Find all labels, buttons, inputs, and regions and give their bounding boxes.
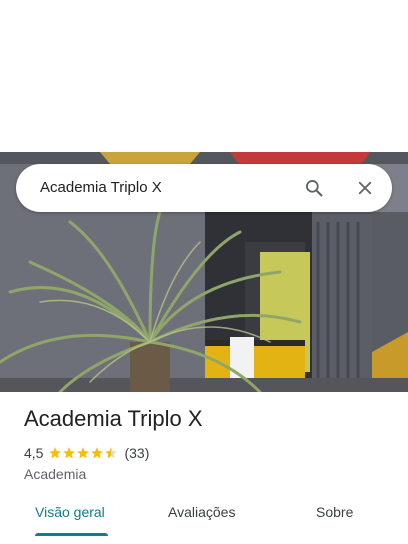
rating-stars xyxy=(48,446,118,460)
rating-row[interactable]: 4,5 (33) xyxy=(24,444,149,462)
star-icon xyxy=(105,447,118,459)
place-tabs: Visão geral Avaliações Sobre xyxy=(0,496,408,536)
close-icon xyxy=(358,181,372,195)
star-icon xyxy=(91,447,104,459)
tab-reviews[interactable]: Avaliações xyxy=(168,504,235,520)
place-info: Academia Triplo X 4,5 (33) Academia xyxy=(24,404,394,482)
place-category[interactable]: Academia xyxy=(24,466,86,482)
clear-search-button[interactable] xyxy=(353,176,377,200)
star-icon xyxy=(49,447,62,459)
search-bar[interactable]: Academia Triplo X xyxy=(16,164,392,212)
search-input[interactable]: Academia Triplo X xyxy=(40,164,162,212)
review-count[interactable]: (33) xyxy=(124,445,149,461)
rating-value: 4,5 xyxy=(24,445,44,461)
star-icon xyxy=(77,447,90,459)
star-icon xyxy=(63,447,76,459)
search-button[interactable] xyxy=(302,176,326,200)
active-tab-indicator xyxy=(35,533,108,536)
tab-about[interactable]: Sobre xyxy=(316,504,353,520)
search-icon xyxy=(306,180,323,197)
place-title: Academia Triplo X xyxy=(24,406,203,431)
tab-overview[interactable]: Visão geral xyxy=(35,504,105,520)
